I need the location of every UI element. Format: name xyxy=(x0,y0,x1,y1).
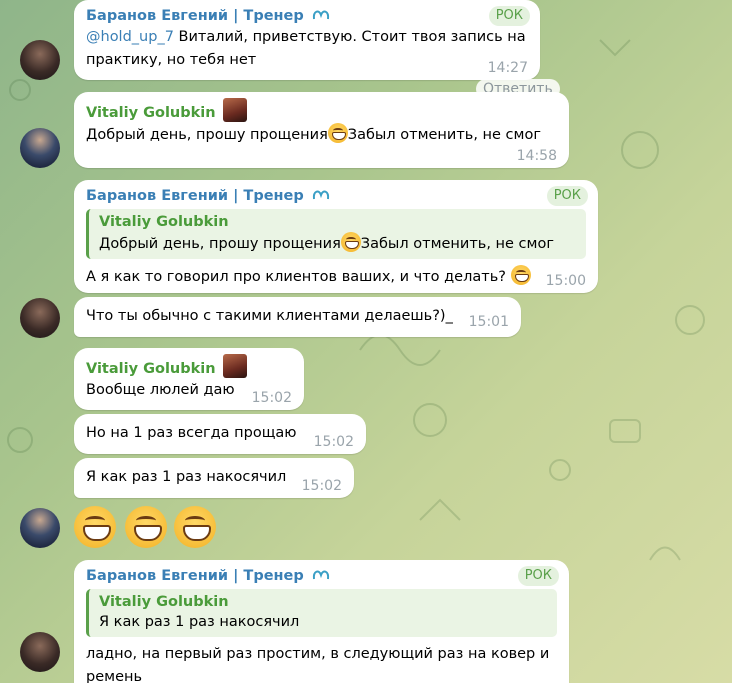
quote-text: Добрый день, прошу прощения Забыл отменит… xyxy=(99,232,576,255)
message-bubble-trainer[interactable]: Баранов Евгений | Тренер РОК Vitaliy Gol… xyxy=(74,560,569,683)
message-bubble-vitaliy[interactable]: Я как раз 1 раз накосячил 15:02 xyxy=(74,458,354,498)
message-bubble-trainer[interactable]: Баранов Евгений | Тренер РОК Vitaliy Gol… xyxy=(74,180,598,293)
message-text: ладно, на первый раз простим, в следующи… xyxy=(86,646,550,683)
message-text: Что ты обычно с такими клиентами делаешь… xyxy=(86,308,453,324)
sender-name[interactable]: Баранов Евгений | Тренер xyxy=(86,188,304,204)
admin-role-badge: РОК xyxy=(517,566,559,586)
sender-name[interactable]: Vitaliy Golubkin xyxy=(86,361,216,377)
trainer-avatar[interactable] xyxy=(20,40,60,80)
mention-link[interactable]: @hold_up_7 xyxy=(86,29,174,45)
message-bubble-trainer[interactable]: Что ты обычно с такими клиентами делаешь… xyxy=(74,297,521,337)
message-text: @hold_up_7 Виталий, приветствую. Стоит т… xyxy=(86,29,526,68)
sender-mini-avatar-icon xyxy=(222,354,247,378)
sender-name[interactable]: Баранов Евгений | Тренер xyxy=(86,8,304,24)
message-bubble-vitaliy[interactable]: Но на 1 раз всегда прощаю 15:02 xyxy=(74,414,366,454)
grinning-face-icon xyxy=(510,265,531,285)
grinning-face-icon xyxy=(125,506,167,548)
quoted-reply[interactable]: Vitaliy Golubkin Я как раз 1 раз накосяч… xyxy=(86,589,557,637)
message-bubble-vitaliy[interactable]: Vitaliy Golubkin Вообще люлей даю 15:02 xyxy=(74,348,304,410)
sender-mini-avatar-icon xyxy=(222,98,247,122)
quoted-reply[interactable]: Vitaliy Golubkin Добрый день, прошу прощ… xyxy=(86,209,586,259)
admin-role-badge: РОК xyxy=(488,6,530,26)
message-text: А я как то говорил про клиентов ваших, и… xyxy=(86,265,586,289)
message-text: Добрый день, прошу прощения Забыл отменит… xyxy=(86,123,557,147)
aries-badge-icon xyxy=(312,570,329,580)
aries-badge-icon xyxy=(312,10,329,20)
grinning-face-icon xyxy=(340,232,361,252)
sender-name[interactable]: Баранов Евгений | Тренер xyxy=(86,568,304,584)
trainer-avatar[interactable] xyxy=(20,298,60,338)
message-time: 14:27 xyxy=(487,60,528,76)
message-time: 15:02 xyxy=(251,390,292,406)
message-bubble-trainer[interactable]: Баранов Евгений | Тренер РОК @hold_up_7 … xyxy=(74,0,540,80)
message-time: 15:02 xyxy=(301,478,342,494)
grinning-face-icon xyxy=(174,506,216,548)
aries-badge-icon xyxy=(312,190,329,200)
sender-name[interactable]: Vitaliy Golubkin xyxy=(86,105,216,121)
admin-role-badge: РОК xyxy=(546,186,588,206)
vitaliy-avatar[interactable] xyxy=(20,508,60,548)
trainer-avatar[interactable] xyxy=(20,632,60,672)
message-bubble-vitaliy[interactable]: Vitaliy Golubkin Добрый день, прошу прощ… xyxy=(74,92,569,168)
grinning-face-icon xyxy=(327,123,348,143)
message-time: 14:58 xyxy=(516,148,557,164)
grinning-face-icon xyxy=(74,506,116,548)
quote-text: Я как раз 1 раз накосячил xyxy=(99,614,300,630)
quote-sender: Vitaliy Golubkin xyxy=(99,214,229,230)
message-time: 15:00 xyxy=(545,273,586,289)
quote-sender: Vitaliy Golubkin xyxy=(99,594,229,610)
message-time: 15:01 xyxy=(468,314,509,330)
vitaliy-avatar[interactable] xyxy=(20,128,60,168)
message-time: 15:02 xyxy=(313,434,354,450)
